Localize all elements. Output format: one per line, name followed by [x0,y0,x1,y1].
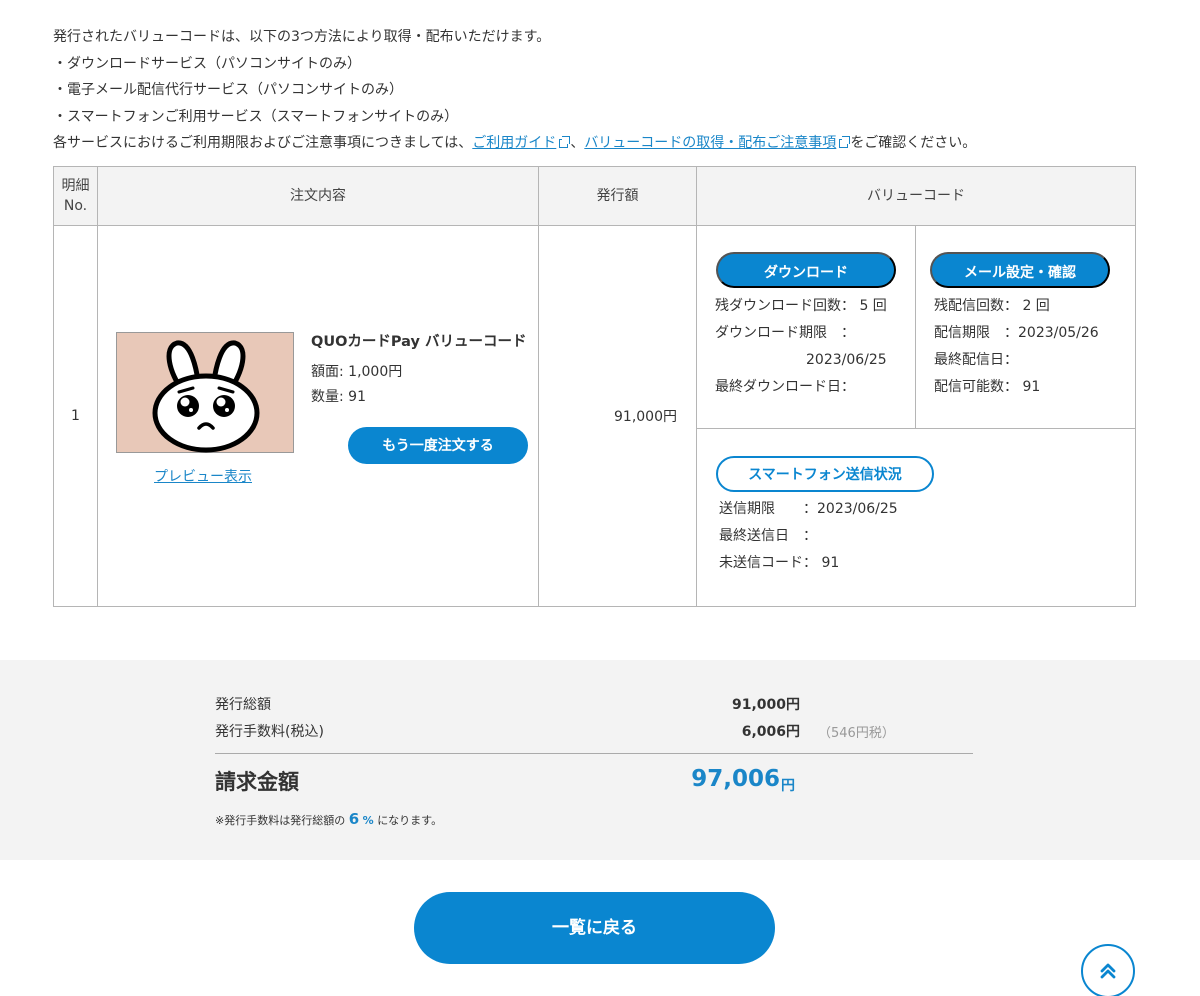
order-detail-table: 明細 No. 注文内容 発行額 バリューコード 1 プレビュー表示 QUOカード… [53,166,1136,607]
rabbit-character-icon [152,340,260,453]
value-code-notes-link[interactable]: バリューコードの取得・配布ご注意事項 [584,135,836,151]
fee-rate-value: 6 [348,810,360,828]
download-button[interactable]: ダウンロード [716,252,896,288]
download-deadline-value: 2023/06/25 [806,352,887,368]
table-row: 1 プレビュー表示 QUOカードPay バリューコード 額面: 1,000円 数… [53,225,1136,607]
smartphone-unsent: 未送信コード： 91 [719,555,840,571]
issue-fee-label: 発行手数料(税込) [215,724,324,740]
issue-total-value: 91,000円 [731,697,800,713]
mail-service-panel: メール設定・確認 残配信回数： 2 回 配信期限 ：2023/05/26 最終配… [916,226,1135,429]
fee-rate-note: ※発行手数料は発行総額の 6 % になります。 [215,810,442,828]
invoice-amount-value: 97,006 [691,766,780,792]
external-link-icon [839,136,851,148]
issue-fee-tax: （546円税） [818,726,895,741]
header-line-no: 明細 No. [53,166,98,226]
intro-text: 発行されたバリューコードは、以下の3つ方法により取得・配布いただけます。 ・ダウ… [53,24,1153,157]
value-code-grid: ダウンロード 残ダウンロード回数： 5 回 ダウンロード期限 ： 2023/06… [697,226,1135,606]
invoice-amount-label: 請求金額 [215,770,299,794]
download-service-panel: ダウンロード 残ダウンロード回数： 5 回 ダウンロード期限 ： 2023/06… [697,226,916,429]
smartphone-deadline: 送信期限 ：2023/06/25 [719,501,898,517]
product-name: QUOカードPay バリューコード [311,334,527,350]
intro-line-2: ・ダウンロードサービス（パソコンサイトのみ） [53,55,361,72]
header-order-content: 注文内容 [97,166,539,226]
header-value-code: バリューコード [696,166,1136,226]
header-line-no-2: No. [63,198,88,214]
summary-divider [215,753,973,754]
product-face-value: 額面: 1,000円 [311,364,403,380]
smartphone-last-date: 最終送信日 ： [719,528,817,544]
back-to-list-button[interactable]: 一覧に戻る [414,892,775,964]
mail-settings-button[interactable]: メール設定・確認 [930,252,1110,288]
download-deadline-label: ダウンロード期限 ： [715,325,855,341]
smartphone-status-button[interactable]: スマートフォン送信状況 [716,456,934,492]
row-order-content: プレビュー表示 QUOカードPay バリューコード 額面: 1,000円 数量:… [97,225,539,607]
billing-summary: 発行総額 91,000円 発行手数料(税込) 6,006円 （546円税） 請求… [0,660,1200,860]
reorder-button[interactable]: もう一度注文する [348,427,528,464]
scroll-to-top-button[interactable] [1081,944,1135,996]
row-value-code: ダウンロード 残ダウンロード回数： 5 回 ダウンロード期限 ： 2023/06… [696,225,1136,607]
row-issue-amount: 91,000円 [538,225,697,607]
intro-line-1: 発行されたバリューコードは、以下の3つ方法により取得・配布いただけます。 [53,29,551,45]
intro-line-5: 各サービスにおけるご利用期限およびご注意事項につきましては、ご利用ガイド 、バリュ… [53,130,1153,157]
note-prefix: ※発行手数料は発行総額の [215,814,346,827]
preview-link[interactable]: プレビュー表示 [154,466,252,486]
invoice-amount-unit: 円 [781,778,795,794]
smartphone-service-panel: スマートフォン送信状況 送信期限 ：2023/06/25 最終送信日 ： 未送信… [697,429,1135,606]
row-line-no: 1 [53,225,98,607]
header-line-no-1: 明細 [61,178,90,194]
intro-line-4: ・スマートフォンご利用サービス（スマートフォンサイトのみ） [53,108,459,125]
issue-total-label: 発行総額 [215,697,271,713]
mail-available: 配信可能数： 91 [934,379,1041,395]
fee-rate-percent: % [362,814,374,827]
note-suffix: になります。 [377,814,443,827]
intro-line-3: ・電子メール配信代行サービス（パソコンサイトのみ） [53,82,403,98]
external-link-icon [559,136,571,148]
product-thumbnail[interactable] [116,332,294,453]
mail-last-date: 最終配信日： [934,352,1018,368]
intro-line-5-suffix: をご確認ください。 [850,135,977,151]
download-last-date: 最終ダウンロード日： [715,379,855,395]
intro-line-5-prefix: 各サービスにおけるご利用期限およびご注意事項につきましては、 [53,135,473,151]
double-chevron-up-icon [1100,963,1116,979]
intro-line-5-sep: 、 [570,135,585,151]
mail-deadline: 配信期限 ：2023/05/26 [934,325,1099,341]
table-header-row: 明細 No. 注文内容 発行額 バリューコード [53,166,1136,226]
download-remaining: 残ダウンロード回数： 5 回 [715,298,887,314]
product-quantity: 数量: 91 [311,389,366,405]
mail-remaining: 残配信回数： 2 回 [934,298,1050,314]
issue-fee-value: 6,006円 [741,724,800,740]
usage-guide-link[interactable]: ご利用ガイド [472,135,556,151]
header-issue-amount: 発行額 [538,166,697,226]
